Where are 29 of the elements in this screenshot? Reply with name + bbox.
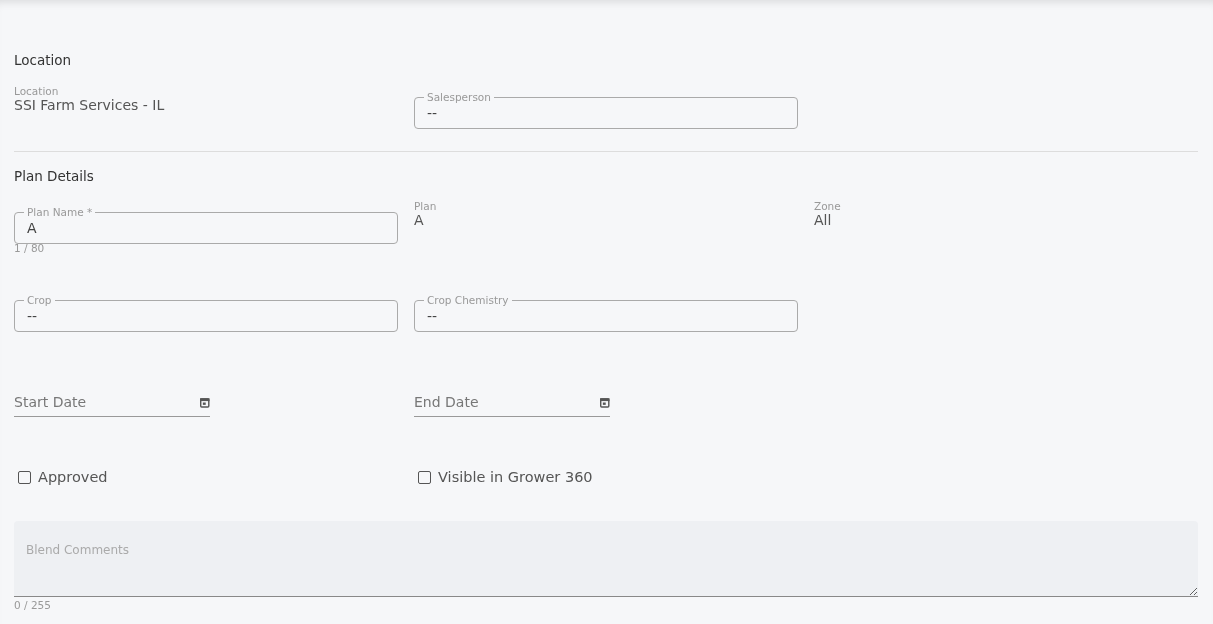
checkbox[interactable]: Approved	[14, 469, 398, 485]
field-input[interactable]: A	[27, 219, 385, 236]
field-input[interactable]: --	[27, 307, 385, 324]
field-value: A	[414, 212, 425, 229]
character-counter: 0 / 255	[14, 599, 52, 611]
text-field[interactable]: Crop --	[14, 294, 398, 332]
text-field[interactable]: Salesperson --	[414, 91, 798, 129]
checkbox[interactable]: Visible in Grower 360	[414, 469, 798, 485]
text-field[interactable]: Crop Chemistry --	[414, 294, 798, 332]
date-input[interactable]: End Date	[414, 394, 601, 410]
checkbox-icon[interactable]	[18, 470, 31, 484]
field-label: Plan	[414, 200, 438, 212]
calendar-icon[interactable]	[200, 396, 210, 408]
field-input[interactable]: --	[427, 307, 785, 324]
field-input[interactable]: --	[427, 104, 785, 121]
field-value: SSI Farm Services - IL	[14, 97, 166, 114]
section-heading: Location	[14, 52, 73, 68]
date-field[interactable]: Start Date	[14, 394, 210, 417]
field-label: Zone	[814, 200, 842, 212]
comments-field[interactable]: Blend Comments	[14, 521, 1198, 597]
field-label: Location	[14, 85, 60, 97]
date-field[interactable]: End Date	[414, 394, 610, 417]
checkbox-icon[interactable]	[418, 470, 431, 484]
section-heading: Plan Details	[14, 168, 95, 184]
text-field[interactable]: Plan Name * A	[14, 206, 398, 244]
date-input[interactable]: Start Date	[14, 394, 201, 410]
field-value: All	[814, 212, 833, 229]
character-counter: 1 / 80	[14, 242, 46, 254]
calendar-icon[interactable]	[600, 396, 610, 408]
